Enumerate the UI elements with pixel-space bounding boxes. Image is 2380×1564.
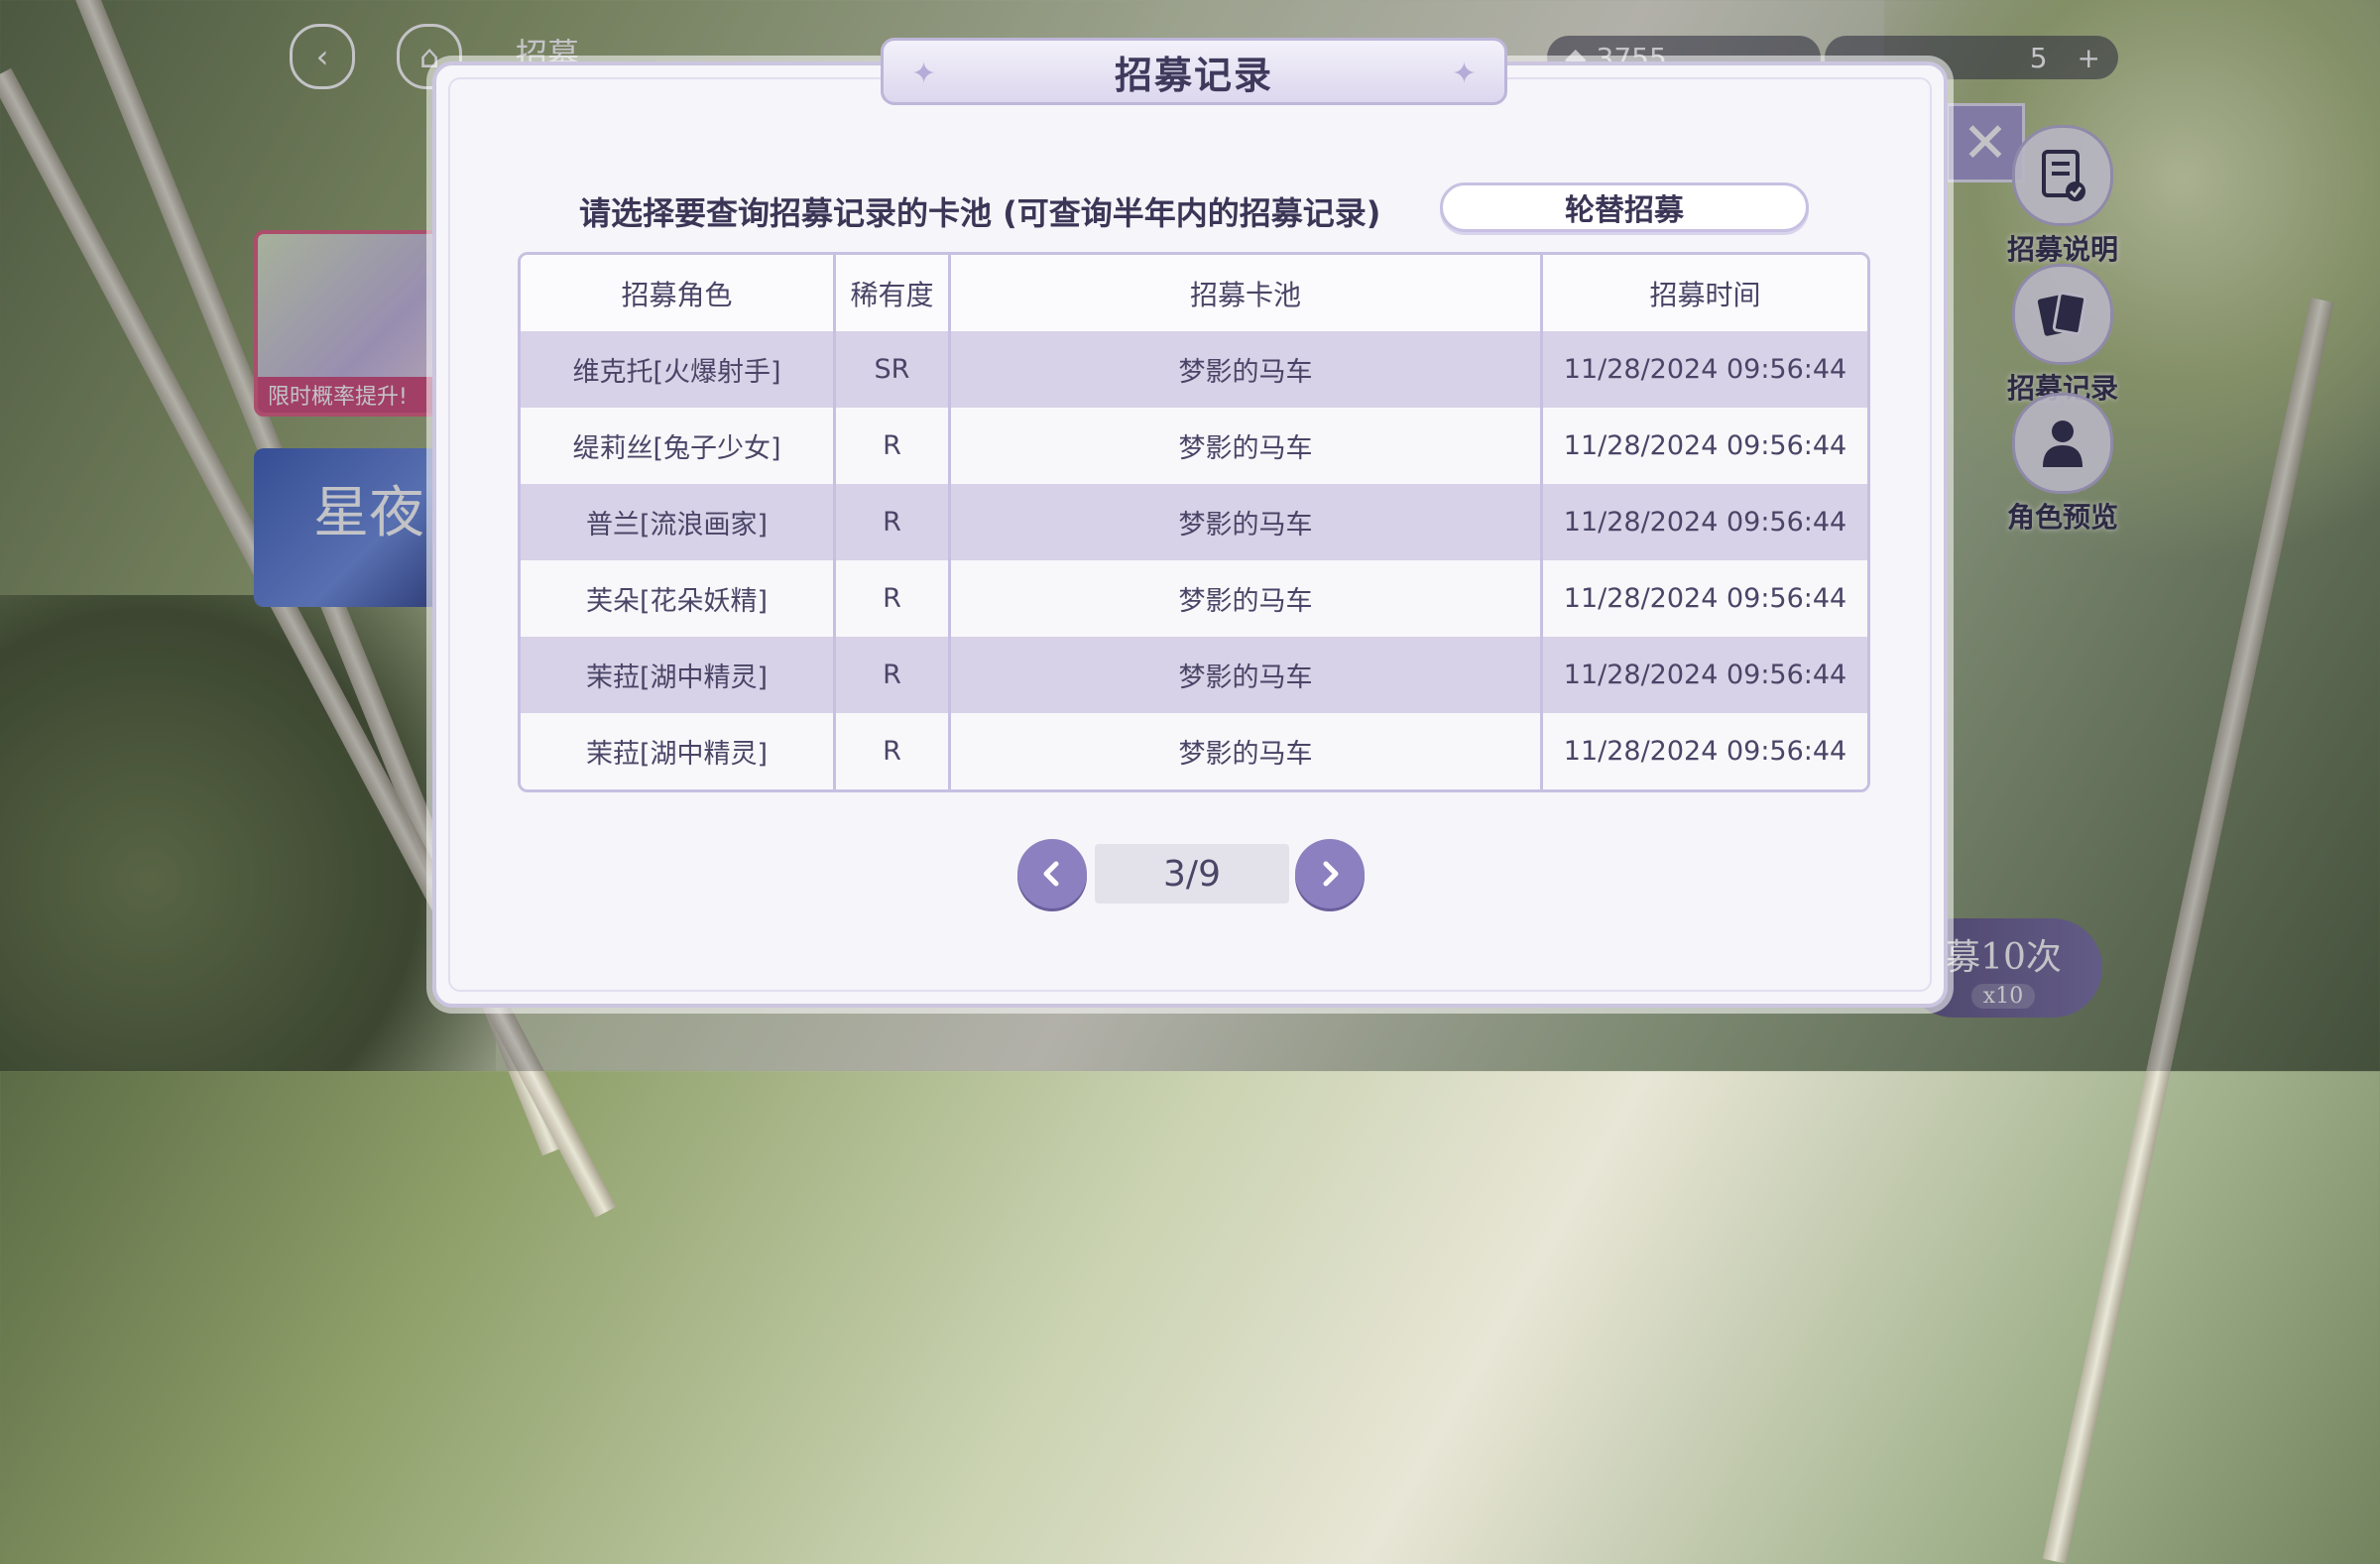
table-row: 茉菈[湖中精灵] R 梦影的马车 11/28/2024 09:56:44 bbox=[521, 713, 1867, 789]
sparkle-icon: ✦ bbox=[1451, 57, 1477, 91]
dialog-title-tab: ✦ 招募记录 ✦ bbox=[881, 38, 1507, 105]
cell-pool: 梦影的马车 bbox=[948, 484, 1540, 560]
table-row: 缇莉丝[兔子少女] R 梦影的马车 11/28/2024 09:56:44 bbox=[521, 408, 1867, 484]
cell-time: 11/28/2024 09:56:44 bbox=[1540, 331, 1867, 408]
cell-rarity: R bbox=[833, 484, 948, 560]
cell-character: 茉菈[湖中精灵] bbox=[585, 739, 769, 770]
cell-time: 11/28/2024 09:56:44 bbox=[1540, 637, 1867, 713]
cell-pool: 梦影的马车 bbox=[948, 713, 1540, 789]
header-pool: 招募卡池 bbox=[948, 255, 1540, 331]
cell-rarity: R bbox=[833, 637, 948, 713]
cell-time: 11/28/2024 09:56:44 bbox=[1540, 484, 1867, 560]
table-row: 维克托[火爆射手] SR 梦影的马车 11/28/2024 09:56:44 bbox=[521, 331, 1867, 408]
page-indicator: 3/9 bbox=[1095, 844, 1289, 903]
table-header: 招募角色 稀有度 招募卡池 招募时间 bbox=[521, 255, 1867, 331]
cell-pool: 梦影的马车 bbox=[948, 408, 1540, 484]
cell-character: 芙朵[花朵妖精] bbox=[585, 586, 769, 617]
chevron-left-icon bbox=[1043, 861, 1059, 887]
dialog-title: 招募记录 bbox=[1114, 53, 1273, 97]
header-character: 招募角色 bbox=[621, 278, 733, 311]
cell-rarity: R bbox=[833, 408, 948, 484]
chevron-right-icon bbox=[1323, 861, 1339, 887]
pagination: 3/9 bbox=[1017, 839, 1365, 908]
table-row: 茉菈[湖中精灵] R 梦影的马车 11/28/2024 09:56:44 bbox=[521, 637, 1867, 713]
cell-character: 缇莉丝[兔子少女] bbox=[572, 433, 781, 464]
record-table: 招募角色 稀有度 招募卡池 招募时间 维克托[火爆射手] SR 梦影的马车 11… bbox=[518, 252, 1870, 792]
cell-rarity: SR bbox=[833, 331, 948, 408]
cell-character: 普兰[流浪画家] bbox=[585, 510, 769, 541]
header-time: 招募时间 bbox=[1540, 255, 1867, 331]
pool-prompt: 请选择要查询招募记录的卡池 (可查询半年内的招募记录) bbox=[579, 194, 1381, 232]
table-row: 芙朵[花朵妖精] R 梦影的马车 11/28/2024 09:56:44 bbox=[521, 560, 1867, 637]
pool-selector[interactable]: 轮替招募 bbox=[1440, 182, 1809, 232]
cell-character: 茉菈[湖中精灵] bbox=[585, 662, 769, 693]
cell-character: 维克托[火爆射手] bbox=[572, 357, 781, 388]
prev-page-button[interactable] bbox=[1017, 839, 1087, 908]
cell-pool: 梦影的马车 bbox=[948, 560, 1540, 637]
table-row: 普兰[流浪画家] R 梦影的马车 11/28/2024 09:56:44 bbox=[521, 484, 1867, 560]
cell-pool: 梦影的马车 bbox=[948, 637, 1540, 713]
cell-time: 11/28/2024 09:56:44 bbox=[1540, 408, 1867, 484]
next-page-button[interactable] bbox=[1295, 839, 1365, 908]
recruit-record-dialog: ✦ 招募记录 ✦ 请选择要查询招募记录的卡池 (可查询半年内的招募记录) 轮替招… bbox=[432, 38, 1948, 1008]
cell-time: 11/28/2024 09:56:44 bbox=[1540, 560, 1867, 637]
cell-pool: 梦影的马车 bbox=[948, 331, 1540, 408]
cell-time: 11/28/2024 09:56:44 bbox=[1540, 713, 1867, 789]
header-rarity: 稀有度 bbox=[833, 255, 948, 331]
cell-rarity: R bbox=[833, 713, 948, 789]
sparkle-icon: ✦ bbox=[911, 57, 937, 91]
cell-rarity: R bbox=[833, 560, 948, 637]
